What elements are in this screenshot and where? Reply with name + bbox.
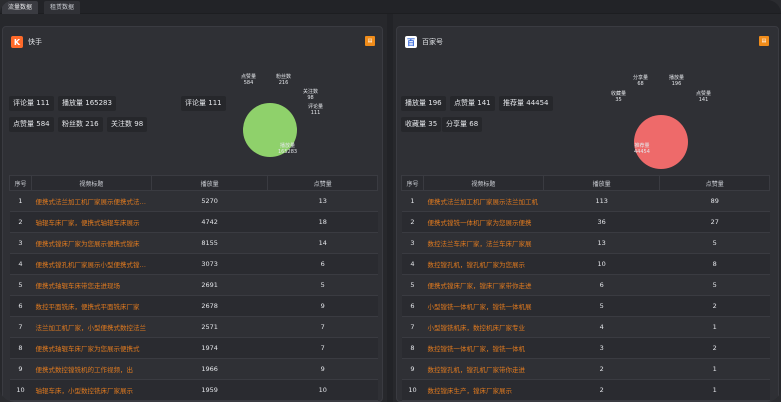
stat-shares: 分享量 68: [442, 117, 483, 132]
table-row: 2 轴辊车床厂家，便携式轴辊车床展示 4742 18: [9, 211, 378, 233]
table-row: 9 便携式数控镗铣机的工作视频，出 1966 9: [9, 358, 378, 380]
video-title-link[interactable]: 便携式法兰加工机厂家展示便携式法兰加工机: [35, 196, 147, 206]
kuaishou-panel: K 快手 ▤ 评论量 111 播放量 165283 点赞量 584 粉丝数 21…: [2, 26, 383, 402]
video-title-link[interactable]: 便携式数控镗铣机的工作视频，出: [35, 364, 147, 374]
baijiahao-video-table: 序号 视频标题 播放量 点赞量 1 便携式法兰加工机厂家展示法兰加工机 113 89 …: [401, 175, 770, 401]
baijiahao-logo-icon: 百: [405, 36, 417, 48]
stat-likes: 点赞量 584: [9, 117, 54, 132]
col-index: 序号: [9, 175, 32, 191]
stat-favorites: 收藏量 35: [401, 117, 442, 132]
table-row: 7 小型镗铣机床，数控机床厂家专业 4 1: [401, 316, 770, 338]
pie-label-plays: 播放量 165283: [278, 143, 298, 155]
table-row: 4 数控镗孔机，镗孔机厂家为您展示 10 8: [401, 253, 770, 275]
stat-comments-extra: 评论量 111: [181, 96, 226, 111]
col-title: 视频标题: [30, 175, 152, 191]
table-row: 2 便携式镗铣一体机厂家为您展示便携 36 27: [401, 211, 770, 233]
video-title-link[interactable]: 便携式法兰加工机厂家展示法兰加工机: [427, 196, 539, 206]
table-row: 10 轴辊车床，小型数控铣床厂家展示 1959 10: [9, 379, 378, 401]
tab-traffic-data[interactable]: 流量数据: [2, 1, 39, 14]
kuaishou-export-button[interactable]: ▤: [365, 36, 375, 46]
baijiahao-header: 百 百家号: [405, 35, 443, 49]
video-title-link[interactable]: 便携式镗床厂家，镗床厂家带你走进: [427, 280, 539, 290]
kuaishou-video-table: 序号 视频标题 播放量 点赞量 1便携式法兰加工机厂家展示便携式法兰加工机527…: [9, 175, 378, 401]
table-row: 8 便携式轴辊车床厂家为您展示便携式 1974 7: [9, 337, 378, 359]
table-row: 4 便携式镗孔机厂家展示小型便携式镗孔机 3073 6: [9, 253, 378, 275]
table-header-row: 序号 视频标题 播放量 点赞量: [9, 175, 378, 191]
col-title: 视频标题: [422, 175, 544, 191]
stat-fans: 粉丝数 216: [58, 117, 103, 132]
table-row: 10 数控镗床生产，镗床厂家展示 2 1: [401, 379, 770, 401]
video-title-link[interactable]: 便携式镗孔机厂家展示小型便携式镗孔机: [35, 259, 147, 269]
video-title-link[interactable]: 法兰加工机厂家，小型便携式数控法兰: [35, 322, 147, 332]
table-row: 6 数控平面铣床，便携式平面铣床厂家 2678 9: [9, 295, 378, 317]
video-title-link[interactable]: 小型镗铣一体机厂家，镗铣一体机展: [427, 301, 539, 311]
baijiahao-pie-slice: [634, 115, 688, 169]
stat-follows: 关注数 98: [107, 117, 148, 132]
video-title-link[interactable]: 数控法兰车床厂家，法兰车床厂家展: [427, 238, 539, 248]
video-title-link[interactable]: 数控平面铣床，便携式平面铣床厂家: [35, 301, 147, 311]
table-row: 8 数控镗铣一体机厂家，镗铣一体机 3 2: [401, 337, 770, 359]
stat-likes: 点赞量 141: [450, 96, 495, 111]
stat-recommend: 推荐量 44454: [499, 96, 553, 111]
baijiahao-pie-chart: [634, 115, 688, 169]
table-row: 3 便携式镗床厂家为您展示便携式镗床 8155 14: [9, 232, 378, 254]
table-row: 5 便携式镗床厂家，镗床厂家带你走进 6 5: [401, 274, 770, 296]
tab-rental-data[interactable]: 租赁数据: [44, 1, 81, 14]
video-title-link[interactable]: 轴辊车床，小型数控铣床厂家展示: [35, 385, 147, 395]
table-row: 1 便携式法兰加工机厂家展示法兰加工机 113 89: [401, 190, 770, 212]
col-plays: 播放量: [150, 175, 269, 191]
app-frame: 流量数据 租赁数据 K 快手 ▤ 评论量 111 播放量 165283 点赞量 …: [0, 0, 781, 402]
video-title-link[interactable]: 数控镗孔机，镗孔机厂家为您展示: [427, 259, 539, 269]
kuaishou-logo-icon: K: [11, 36, 23, 48]
pie-label-follows: 关注数 98: [303, 89, 319, 101]
pie-label-shares: 分享量 68: [633, 75, 649, 87]
video-title-link[interactable]: 轴辊车床厂家，便携式轴辊车床展示: [35, 217, 147, 227]
pie-label-fans: 粉丝数 216: [276, 74, 292, 86]
video-title-link[interactable]: 小型镗铣机床，数控机床厂家专业: [427, 322, 539, 332]
table-row: 3 数控法兰车床厂家，法兰车床厂家展 13 5: [401, 232, 770, 254]
col-index: 序号: [401, 175, 424, 191]
table-row: 9 数控镗孔机，镗孔机厂家带你走进 2 1: [401, 358, 770, 380]
table-row: 5 便携式轴辊车床带您走进现场 2691 5: [9, 274, 378, 296]
pie-label-favorites: 收藏量 35: [611, 91, 627, 103]
baijiahao-export-button[interactable]: ▤: [759, 36, 769, 46]
video-title-link[interactable]: 便携式镗铣一体机厂家为您展示便携: [427, 217, 539, 227]
col-plays: 播放量: [542, 175, 661, 191]
pie-label-likes: 点赞量 141: [696, 91, 712, 103]
video-title-link[interactable]: 数控镗孔机，镗孔机厂家带你走进: [427, 364, 539, 374]
pie-label-plays: 播放量 196: [669, 75, 685, 87]
stat-plays: 播放量 165283: [58, 96, 116, 111]
video-title-link[interactable]: 便携式轴辊车床厂家为您展示便携式: [35, 343, 147, 353]
baijiahao-title: 百家号: [422, 38, 443, 46]
stat-plays: 播放量 196: [401, 96, 446, 111]
video-title-link[interactable]: 数控镗铣一体机厂家，镗铣一体机: [427, 343, 539, 353]
kuaishou-header: K 快手: [11, 35, 42, 49]
video-title-link[interactable]: 数控镗床生产，镗床厂家展示: [427, 385, 539, 395]
table-row: 1便携式法兰加工机厂家展示便携式法兰加工机527013: [9, 190, 378, 212]
table-header-row: 序号 视频标题 播放量 点赞量: [401, 175, 770, 191]
pie-label-recommend: 推荐量 44454: [634, 143, 650, 155]
pie-label-likes: 点赞量 584: [241, 74, 257, 86]
tab-bar: 流量数据 租赁数据: [0, 0, 781, 14]
video-title-link[interactable]: 便携式轴辊车床带您走进现场: [35, 280, 147, 290]
video-title-link[interactable]: 便携式镗床厂家为您展示便携式镗床: [35, 238, 147, 248]
table-row: 7 法兰加工机厂家，小型便携式数控法兰 2571 7: [9, 316, 378, 338]
pie-label-comments: 评论量 111: [308, 104, 324, 116]
col-likes: 点赞量: [267, 175, 378, 191]
kuaishou-title: 快手: [28, 38, 42, 46]
baijiahao-panel: 百 百家号 ▤ 播放量 196 点赞量 141 推荐量 44454 收藏量 35…: [396, 26, 779, 402]
panel-divider: [387, 14, 393, 402]
stat-comments: 评论量 111: [9, 96, 54, 111]
col-likes: 点赞量: [659, 175, 770, 191]
table-row: 6 小型镗铣一体机厂家，镗铣一体机展 5 2: [401, 295, 770, 317]
